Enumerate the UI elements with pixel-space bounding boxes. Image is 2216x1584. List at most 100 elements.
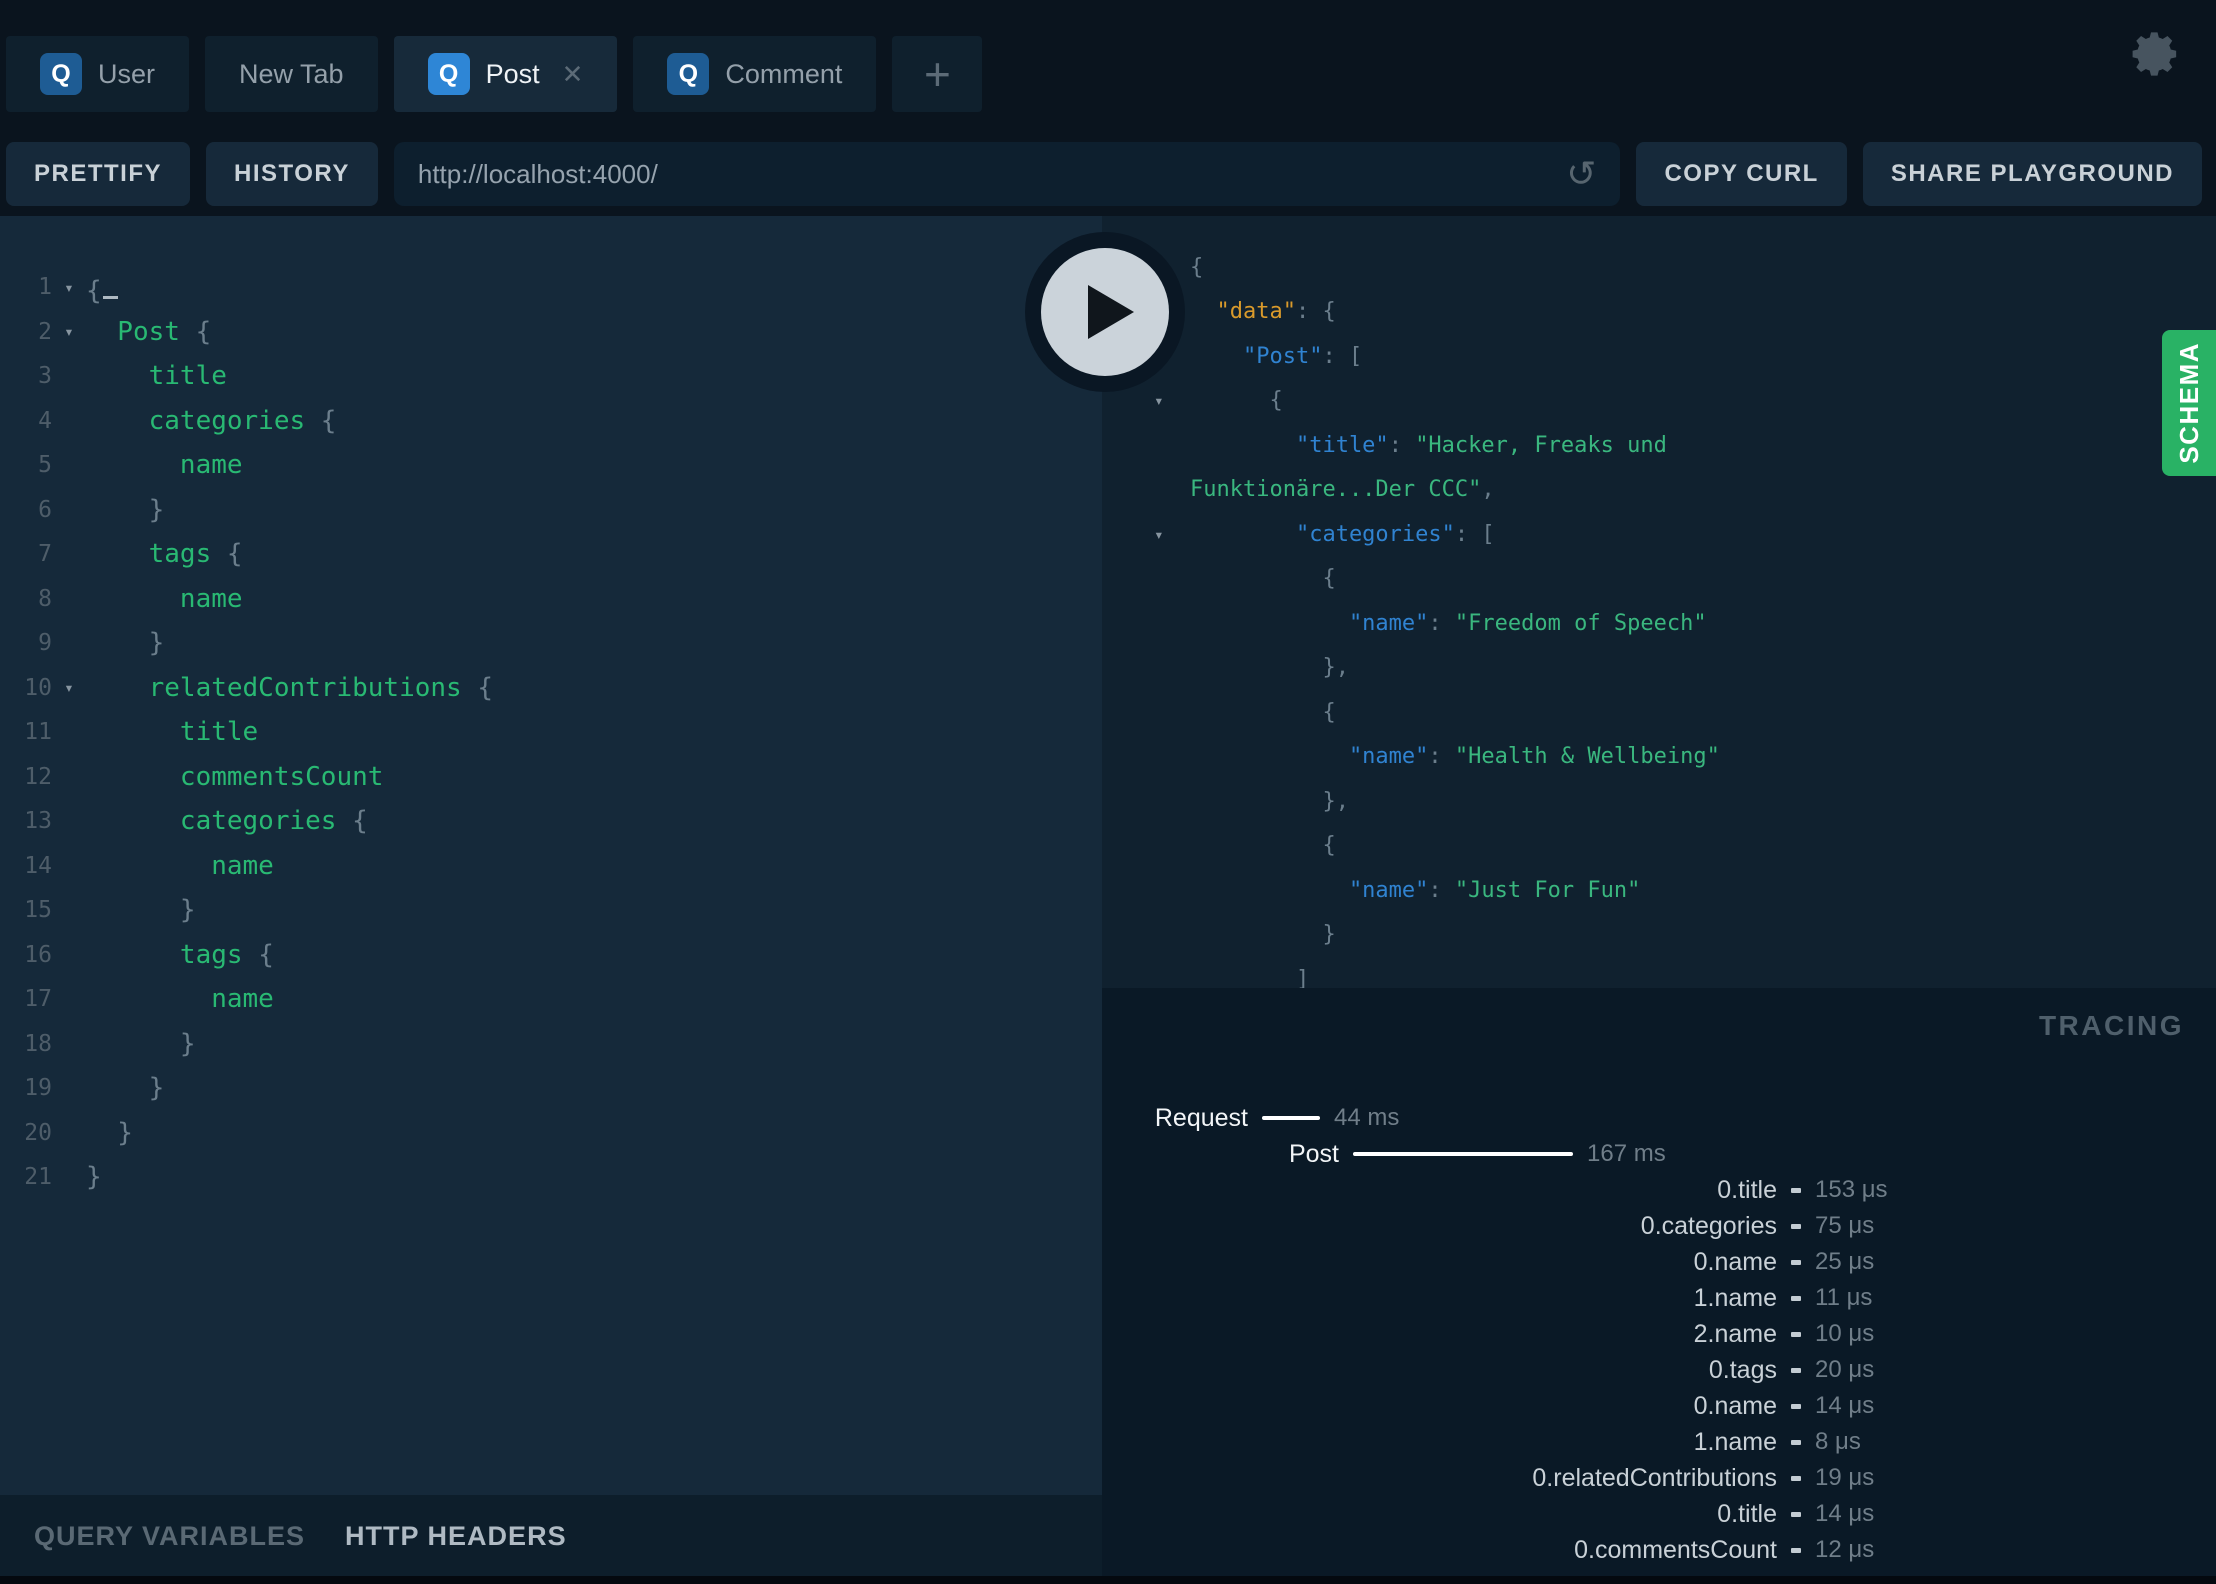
code-text: "categories": [ (1190, 521, 1495, 547)
line-number: 2 (38, 318, 52, 345)
tracing-row-label: 0.title (1717, 1175, 1777, 1204)
response-line: ▾ "data": { (1102, 290, 2216, 335)
tracing-row-time: 20 μs (1815, 1356, 1875, 1383)
editor-line: 10 ▾ relatedContributions { (0, 666, 1102, 711)
tracing-row-time: 10 μs (1815, 1320, 1875, 1347)
fold-arrow-icon[interactable]: ▾ (52, 278, 86, 297)
endpoint-url-value: http://localhost:4000/ (417, 158, 658, 189)
tracing-row: 0.tags 20 μs (1102, 1352, 2216, 1388)
settings-gear-icon[interactable] (2130, 28, 2182, 80)
close-tab-icon[interactable]: ✕ (562, 59, 584, 90)
line-number: 17 (24, 986, 52, 1013)
tracing-duration-dash (1791, 1403, 1801, 1409)
tracing-row: 1.name 8 μs (1102, 1424, 2216, 1460)
response-line: }, (1102, 779, 2216, 824)
tracing-row: Request 44 ms (1102, 1100, 2216, 1136)
tab-user[interactable]: Q User (6, 36, 190, 112)
schema-tab-label: SCHEMA (2173, 342, 2204, 464)
editor-line: 7 tags { (0, 532, 1102, 577)
play-icon (1041, 248, 1169, 376)
code-text: }, (1190, 788, 1349, 814)
tab-comment[interactable]: Q Comment (633, 36, 877, 112)
code-text: { (86, 269, 118, 306)
query-badge-icon: Q (40, 53, 82, 95)
response-line: ] (1102, 957, 2216, 988)
code-text: tags { (86, 539, 243, 570)
tracing-duration-dash (1791, 1511, 1801, 1517)
fold-arrow-icon[interactable]: ▾ (52, 678, 86, 697)
tracing-row-label: 1.name (1693, 1283, 1777, 1312)
editor-line: 4 categories { (0, 399, 1102, 444)
code-text: "data": { (1190, 299, 1336, 325)
tracing-row-time: 12 μs (1815, 1536, 1875, 1563)
tracing-row-label: 1.name (1693, 1427, 1777, 1456)
schema-tab[interactable]: SCHEMA (2162, 330, 2216, 476)
tracing-duration-dash (1791, 1259, 1801, 1265)
tracing-row-label: 0.tags (1708, 1355, 1777, 1384)
new-tab-button[interactable]: + (892, 36, 983, 112)
share-playground-button[interactable]: SHARE PLAYGROUND (1862, 142, 2202, 206)
tracing-row-label: 0.name (1693, 1391, 1777, 1420)
code-text: name (86, 450, 243, 481)
tracing-row-time: 11 μs (1815, 1284, 1873, 1311)
code-text: categories { (86, 806, 368, 837)
tracing-row-time: 25 μs (1815, 1248, 1875, 1275)
code-text: { (1190, 833, 1336, 859)
query-badge-icon: Q (427, 53, 470, 95)
editor-line: 8 name (0, 577, 1102, 622)
code-text: { (1190, 699, 1336, 725)
execute-query-button[interactable] (1025, 232, 1185, 392)
fold-arrow-icon[interactable]: ▾ (1102, 525, 1190, 544)
tracing-row-label: 0.name (1693, 1247, 1777, 1276)
prettify-button[interactable]: PRETTIFY (6, 142, 191, 206)
response-lines: ▾{▾ "data": {▾ "Post": [▾ { "title": "Ha… (1102, 245, 2216, 988)
response-line: ▾ { (1102, 379, 2216, 424)
response-line: { (1102, 824, 2216, 869)
response-line: } (1102, 913, 2216, 958)
line-number: 14 (24, 852, 52, 879)
editor-line: 21} (0, 1155, 1102, 1200)
line-number: 15 (24, 897, 52, 924)
tracing-duration-bar (1262, 1116, 1320, 1120)
tracing-row-time: 14 μs (1815, 1500, 1875, 1527)
line-number: 10 (24, 674, 52, 701)
line-number: 6 (38, 496, 52, 523)
code-text: { (1190, 254, 1204, 280)
code-text: commentsCount (86, 761, 384, 792)
fold-arrow-icon[interactable]: ▾ (1102, 391, 1190, 410)
tracing-row-label: Post (1288, 1139, 1339, 1168)
reload-schema-icon[interactable]: ↺ (1566, 156, 1596, 192)
tab-post[interactable]: Q Post ✕ (393, 36, 618, 112)
code-text: "Post": [ (1190, 343, 1363, 369)
line-number: 16 (24, 941, 52, 968)
tracing-title: TRACING (2038, 1010, 2184, 1041)
code-text: }, (1190, 655, 1349, 681)
query-variables-tab[interactable]: QUERY VARIABLES (34, 1521, 305, 1552)
endpoint-url-input[interactable]: http://localhost:4000/ ↺ (393, 142, 1621, 206)
query-editor[interactable]: 1 ▾{2 ▾ Post {3 title 4 categories {5 name 6… (0, 216, 1102, 1495)
tracing-duration-dash (1791, 1223, 1801, 1229)
tracing-row-label: 0.commentsCount (1574, 1535, 1777, 1564)
line-number: 18 (24, 1030, 52, 1057)
response-line: ▾ "Post": [ (1102, 334, 2216, 379)
fold-arrow-icon[interactable]: ▾ (52, 322, 86, 341)
tracing-row: Post 167 ms (1102, 1136, 2216, 1172)
http-headers-tab[interactable]: HTTP HEADERS (345, 1521, 567, 1552)
history-button[interactable]: HISTORY (206, 142, 378, 206)
tracing-row-time: 19 μs (1815, 1464, 1875, 1491)
code-text: tags { (86, 939, 274, 970)
tracing-row-label: 0.title (1717, 1499, 1777, 1528)
code-text: } (86, 1117, 133, 1148)
code-text: title (86, 717, 259, 748)
code-text: ] (1190, 966, 1310, 988)
tracing-row-label: 0.categories (1640, 1211, 1777, 1240)
tab-bar: Q User New Tab Q Post ✕ Q Comment + (6, 36, 983, 112)
tracing-row: 0.categories 75 μs (1102, 1208, 2216, 1244)
tracing-duration-dash (1791, 1331, 1801, 1337)
response-line: }, (1102, 646, 2216, 691)
tab-new-tab[interactable]: New Tab (205, 36, 378, 112)
tracing-duration-dash (1791, 1547, 1801, 1553)
line-number: 19 (24, 1075, 52, 1102)
copy-curl-button[interactable]: COPY CURL (1636, 142, 1847, 206)
response-line: "title": "Hacker, Freaks und (1102, 423, 2216, 468)
